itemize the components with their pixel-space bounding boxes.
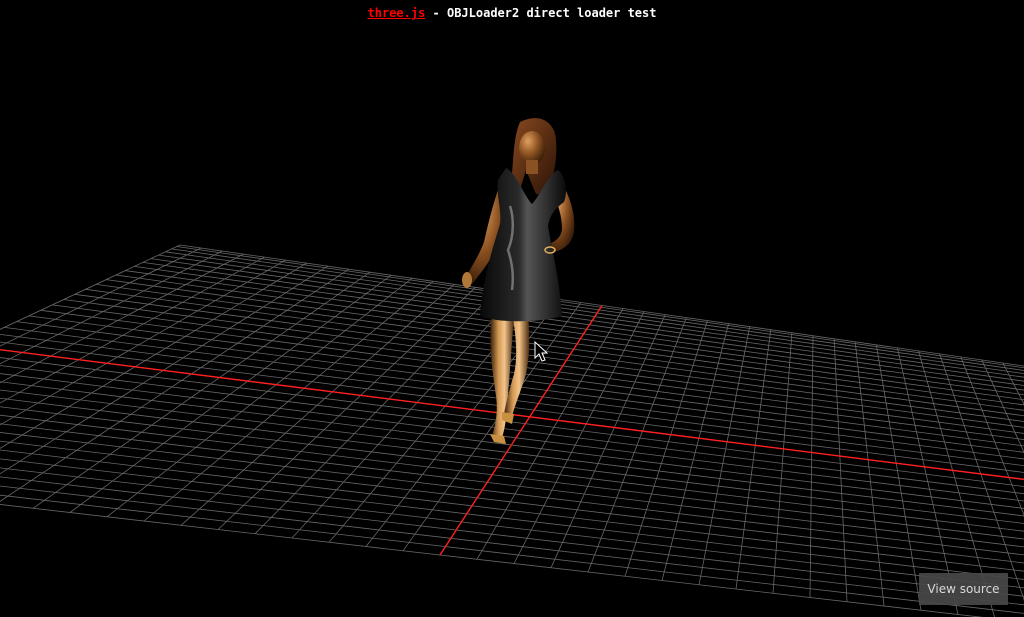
page-title: - OBJLoader2 direct loader test bbox=[425, 6, 657, 20]
info-header: three.js - OBJLoader2 direct loader test bbox=[0, 5, 1024, 21]
figure-neck bbox=[526, 160, 538, 174]
threejs-link[interactable]: three.js bbox=[368, 6, 426, 20]
app-window: three.js - OBJLoader2 direct loader test… bbox=[0, 0, 1024, 617]
view-source-button[interactable]: View source bbox=[919, 573, 1008, 605]
webgl-viewport[interactable] bbox=[0, 0, 1024, 617]
figure-head bbox=[519, 131, 545, 165]
figure-left-hand bbox=[462, 272, 472, 288]
